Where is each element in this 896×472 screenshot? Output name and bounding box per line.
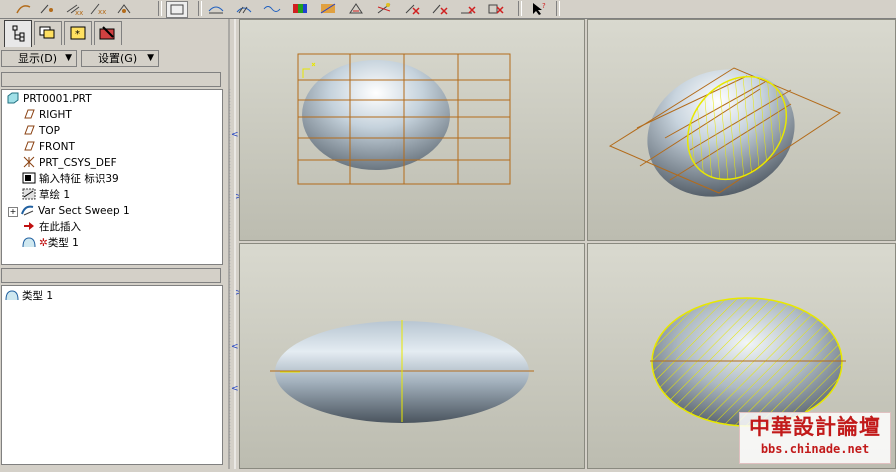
select-arrow-icon[interactable]: ?	[528, 1, 548, 16]
tree-header-bar	[1, 72, 221, 87]
model-tree: PRT0001.PRT RIGHT TOP FRONT PRT_CSYS_DEF…	[1, 89, 223, 265]
section-icon[interactable]	[346, 1, 366, 16]
list-item-label: 类型 1	[22, 290, 54, 302]
tree-item-sketch[interactable]: 草绘 1	[22, 188, 70, 203]
svg-text:<: <	[231, 342, 239, 352]
favorites-icon: *	[70, 26, 86, 40]
tree-item-type[interactable]: ✲类型 1	[22, 236, 79, 251]
datum-plane-icon	[24, 109, 35, 119]
settings-menu-label: 设置(G)	[98, 52, 138, 65]
import-feature-icon	[22, 172, 36, 184]
datum-axis-icon[interactable]: xx	[88, 1, 108, 16]
tree-item-import-feature[interactable]: 输入特征 标识39	[22, 172, 119, 187]
delete-icon[interactable]	[430, 1, 450, 16]
tree-item-label: PRT0001.PRT	[23, 93, 92, 105]
surface-type-icon	[5, 290, 19, 301]
tree-item-label: 输入特征 标识39	[39, 173, 119, 185]
surface-type-icon	[22, 237, 36, 248]
datum-csys-icon[interactable]	[114, 1, 134, 16]
tree-item-label: Var Sect Sweep 1	[38, 205, 130, 217]
viewport-isometric[interactable]	[587, 19, 896, 241]
favorites-tab[interactable]: *	[64, 21, 92, 45]
tree-item-front[interactable]: FRONT	[22, 140, 75, 155]
reflection-icon[interactable]	[374, 1, 394, 16]
sash-grip: < > > < <	[228, 19, 243, 469]
layers-tab[interactable]	[34, 21, 62, 45]
tree-item-label: RIGHT	[39, 109, 72, 121]
model-view-isometric	[608, 67, 842, 197]
shading-icon[interactable]	[290, 1, 310, 16]
part-icon	[7, 92, 19, 104]
tree-item-label: 类型 1	[47, 237, 79, 249]
viewport-front[interactable]	[239, 19, 585, 241]
datum-point-icon[interactable]	[38, 1, 58, 16]
tree-item-label: 草绘 1	[39, 189, 71, 201]
watermark-url: bbs.chinade.net	[760, 442, 870, 456]
svg-text:<: <	[231, 384, 239, 394]
watermark-title: 中華設計論壇	[749, 414, 881, 439]
tree-item-insert-here[interactable]: 在此插入	[22, 220, 81, 235]
insert-here-icon	[24, 222, 34, 230]
list-item[interactable]: 类型 1	[5, 289, 53, 304]
chevron-down-icon: ▼	[147, 53, 154, 63]
surface-analysis-icon[interactable]	[234, 1, 254, 16]
panel-sash[interactable]: < > > < <	[225, 19, 243, 469]
analysis-icon[interactable]	[206, 1, 226, 16]
model-tree-tab[interactable]	[4, 20, 32, 47]
display-menu-button[interactable]: 显示(D) ▼	[1, 50, 77, 67]
sketch-icon	[22, 188, 36, 200]
hide-icon[interactable]	[402, 1, 422, 16]
svg-text:*: *	[75, 29, 80, 40]
csys-icon	[23, 156, 35, 168]
csys-marker	[302, 62, 316, 78]
settings-menu-button[interactable]: 设置(G) ▼	[81, 50, 159, 67]
draft-check-icon[interactable]	[318, 1, 338, 16]
main-toolbar: xx xx ?	[0, 0, 896, 19]
svg-text:?: ?	[542, 2, 546, 10]
new-feature-mark-icon: ✲	[39, 237, 48, 249]
svg-text:<: <	[231, 130, 239, 140]
lower-header-bar	[1, 268, 221, 283]
sweep-icon	[21, 205, 34, 216]
layers-icon	[39, 26, 55, 39]
forum-watermark: 中華設計論壇 bbs.chinade.net	[739, 412, 891, 464]
datum-plane-icon[interactable]: xx	[63, 1, 83, 16]
datum-plane-icon	[24, 125, 35, 135]
tree-item-csys[interactable]: PRT_CSYS_DEF	[22, 156, 117, 171]
viewport-top[interactable]	[239, 243, 585, 469]
chevron-down-icon: ▼	[65, 53, 72, 63]
tree-item-top[interactable]: TOP	[22, 124, 60, 139]
tree-item-label: TOP	[39, 125, 61, 137]
selection-list: 类型 1	[1, 285, 223, 465]
model-view-front	[297, 53, 511, 185]
model-view-top	[270, 320, 534, 423]
datum-plane-icon	[24, 141, 35, 151]
model-tree-icon	[12, 25, 25, 42]
display-menu-label: 显示(D)	[18, 52, 58, 65]
tree-item-label: FRONT	[39, 141, 75, 153]
tree-item-label: PRT_CSYS_DEF	[39, 157, 117, 169]
tools-icon	[99, 26, 115, 40]
curvature-icon[interactable]	[262, 1, 282, 16]
view-icon[interactable]	[166, 1, 188, 18]
expand-plus-icon[interactable]: +	[8, 207, 18, 217]
svg-text:xx: xx	[75, 9, 83, 16]
clear-icon[interactable]	[486, 1, 506, 16]
erase-icon[interactable]	[458, 1, 478, 16]
navigator-panel: * 显示(D) ▼ 设置(G) ▼ PRT0001.PRT RIGHT TOP …	[0, 19, 225, 469]
tree-item-right[interactable]: RIGHT	[22, 108, 72, 123]
tree-item-label: 在此插入	[39, 221, 81, 233]
svg-text:xx: xx	[98, 8, 106, 16]
tools-tab[interactable]	[94, 21, 122, 45]
datum-curve-icon[interactable]	[14, 1, 34, 16]
tree-item-part[interactable]: PRT0001.PRT	[6, 92, 92, 107]
tree-item-sweep[interactable]: + Var Sect Sweep 1	[8, 204, 130, 219]
